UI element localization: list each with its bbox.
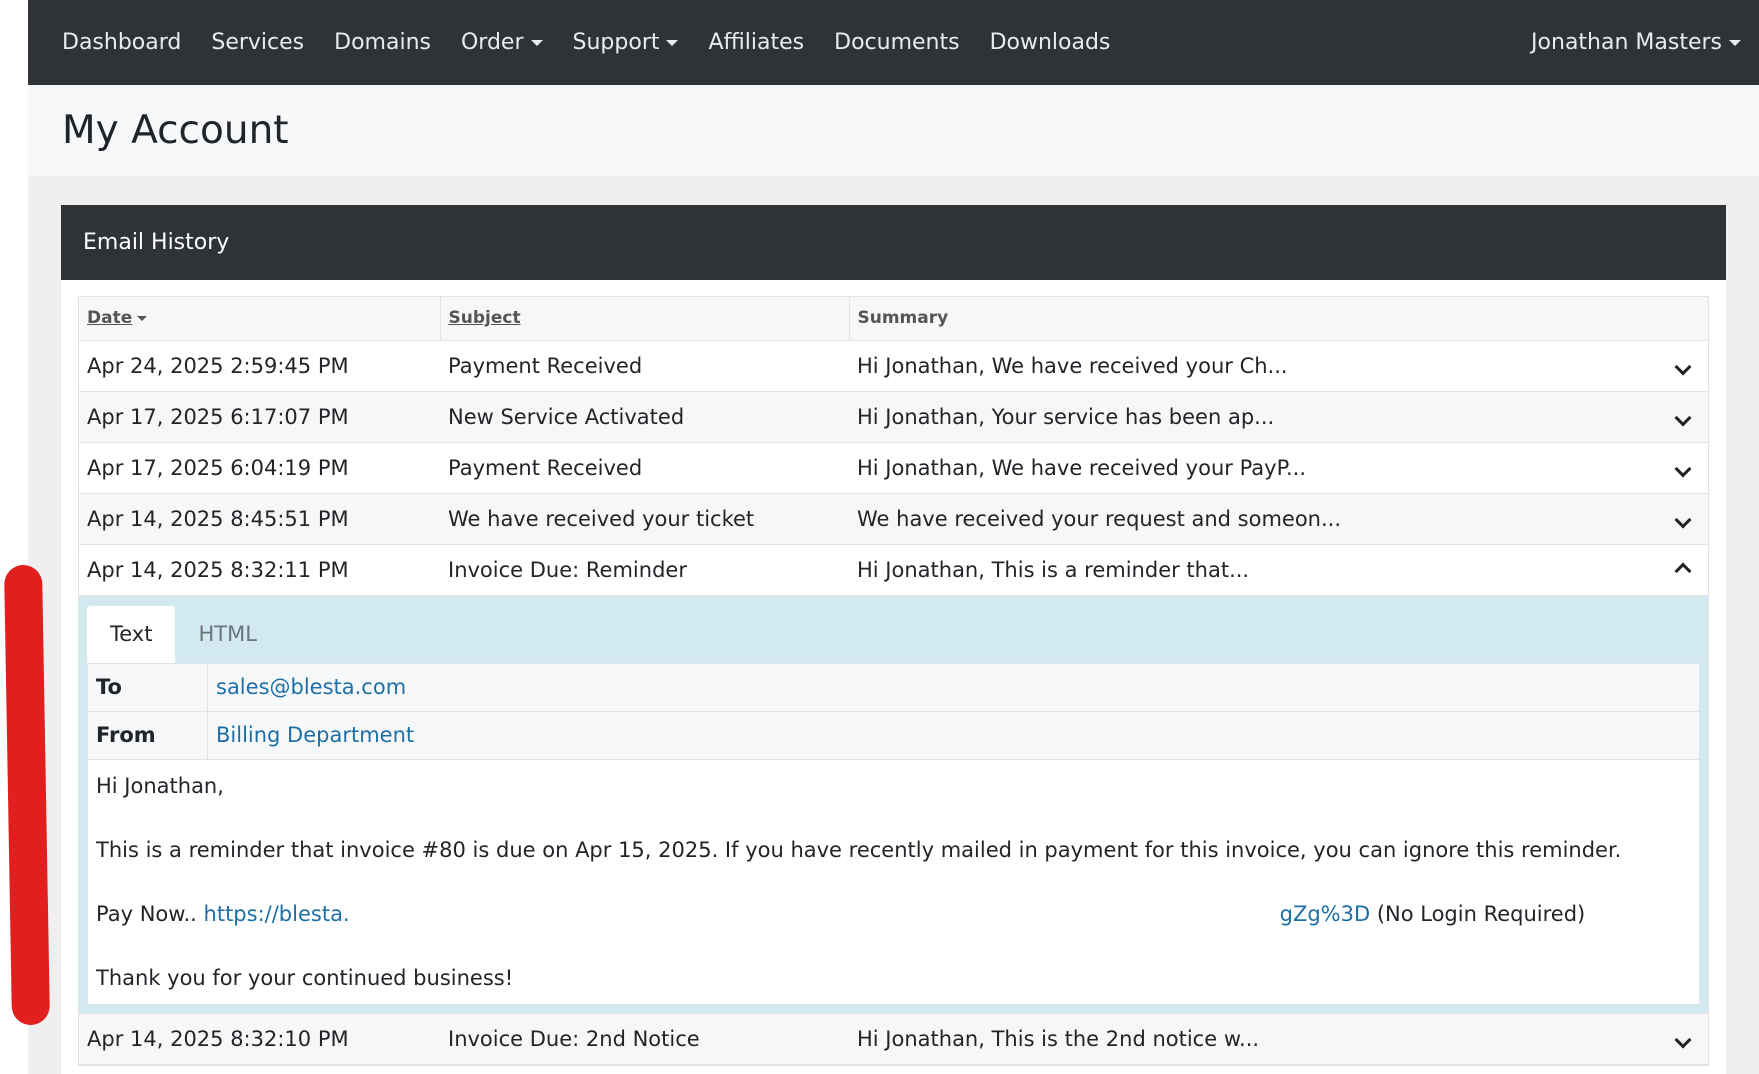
expand-toggle[interactable] bbox=[1658, 493, 1708, 545]
row-date: Apr 14, 2025 8:32:10 PM bbox=[79, 1013, 440, 1065]
nav-downloads[interactable]: Downloads bbox=[990, 30, 1111, 55]
user-name: Jonathan Masters bbox=[1531, 30, 1722, 55]
nav-domains[interactable]: Domains bbox=[334, 30, 431, 55]
collapse-toggle[interactable] bbox=[1658, 544, 1708, 596]
nav-documents-label: Documents bbox=[834, 30, 960, 55]
nav-support-label: Support bbox=[572, 30, 660, 55]
email-body: Hi Jonathan, This is a reminder that inv… bbox=[88, 760, 1699, 1004]
pay-prefix: Pay Now.. bbox=[96, 901, 204, 926]
column-header-subject[interactable]: Subject bbox=[440, 297, 850, 341]
email-detail-row: Text HTML To sales@blesta.com From Billi… bbox=[79, 595, 1708, 1014]
table-row[interactable]: Apr 17, 2025 6:04:19 PM Payment Received… bbox=[79, 442, 1708, 494]
chevron-down-icon bbox=[1674, 1031, 1692, 1048]
row-summary: Hi Jonathan, We have received your PayP.… bbox=[849, 442, 1658, 494]
caret-down-icon bbox=[1729, 39, 1741, 46]
sort-by-date-link[interactable]: Date bbox=[87, 308, 132, 328]
page-header: My Account bbox=[28, 85, 1759, 176]
row-subject: Invoice Due: 2nd Notice bbox=[440, 1013, 849, 1065]
nav-dashboard[interactable]: Dashboard bbox=[62, 30, 181, 55]
page-title: My Account bbox=[62, 108, 289, 153]
user-menu-dropdown[interactable]: Jonathan Masters bbox=[1531, 30, 1741, 55]
email-to-row: To sales@blesta.com bbox=[88, 663, 1699, 712]
nav-support-dropdown[interactable]: Support bbox=[573, 30, 679, 55]
expand-toggle[interactable] bbox=[1658, 1013, 1708, 1065]
email-greeting: Hi Jonathan, bbox=[96, 773, 224, 798]
table-row[interactable]: Apr 14, 2025 8:32:10 PM Invoice Due: 2nd… bbox=[79, 1013, 1708, 1065]
email-history-table-wrapper: Date Subject Summary Apr 24, 2025 2:59:4… bbox=[78, 296, 1709, 1066]
email-detail-panel: Text HTML To sales@blesta.com From Billi… bbox=[79, 595, 1708, 1012]
chevron-up-icon bbox=[1674, 562, 1692, 579]
nav-order-dropdown[interactable]: Order bbox=[461, 30, 543, 55]
tab-html[interactable]: HTML bbox=[175, 606, 279, 663]
row-summary: Hi Jonathan, This is a reminder that... bbox=[849, 544, 1658, 596]
table-row-expanded[interactable]: Apr 14, 2025 8:32:11 PM Invoice Due: Rem… bbox=[79, 544, 1708, 596]
expand-toggle[interactable] bbox=[1658, 340, 1708, 392]
nav-services[interactable]: Services bbox=[211, 30, 304, 55]
nav-affiliates-label: Affiliates bbox=[708, 30, 805, 55]
email-history-card: Email History Date Subject Summary Apr 2… bbox=[61, 205, 1726, 1074]
nav-domains-label: Domains bbox=[334, 30, 431, 55]
row-subject: Payment Received bbox=[440, 442, 849, 494]
nav-downloads-label: Downloads bbox=[989, 30, 1111, 55]
pay-link-start[interactable]: https://blesta. bbox=[204, 902, 350, 926]
nav-order-label: Order bbox=[460, 30, 524, 55]
chevron-down-icon bbox=[1674, 409, 1692, 426]
nav-documents[interactable]: Documents bbox=[834, 30, 959, 55]
row-subject: Invoice Due: Reminder bbox=[440, 544, 849, 596]
tab-text[interactable]: Text bbox=[87, 605, 176, 663]
sort-by-subject-link[interactable]: Subject bbox=[449, 308, 521, 328]
row-summary: Hi Jonathan, Your service has been ap... bbox=[849, 391, 1658, 443]
email-content: To sales@blesta.com From Billing Departm… bbox=[87, 662, 1700, 1005]
row-date: Apr 24, 2025 2:59:45 PM bbox=[79, 340, 440, 392]
table-row[interactable]: Apr 14, 2025 8:45:51 PM We have received… bbox=[79, 493, 1708, 545]
nav-affiliates[interactable]: Affiliates bbox=[708, 30, 804, 55]
row-subject: New Service Activated bbox=[440, 391, 849, 443]
top-navbar: Dashboard Services Domains Order Support… bbox=[28, 0, 1759, 85]
row-subject: We have received your ticket bbox=[440, 493, 849, 545]
row-summary: We have received your request and someon… bbox=[849, 493, 1658, 545]
row-subject: Payment Received bbox=[440, 340, 849, 392]
chevron-down-icon bbox=[1674, 511, 1692, 528]
email-from-row: From Billing Department bbox=[88, 711, 1699, 760]
row-date: Apr 14, 2025 8:32:11 PM bbox=[79, 544, 440, 596]
table-header-row: Date Subject Summary bbox=[79, 297, 1708, 341]
row-date: Apr 14, 2025 8:45:51 PM bbox=[79, 493, 440, 545]
table-row[interactable]: Apr 24, 2025 2:59:45 PM Payment Received… bbox=[79, 340, 1708, 392]
chevron-down-icon bbox=[1674, 460, 1692, 477]
card-header: Email History bbox=[61, 205, 1726, 280]
sort-desc-icon bbox=[137, 315, 148, 321]
email-to-label: To bbox=[88, 663, 208, 711]
email-from-link[interactable]: Billing Department bbox=[208, 723, 414, 747]
card-title: Email History bbox=[83, 230, 230, 255]
pay-suffix: (No Login Required) bbox=[1370, 901, 1586, 926]
email-to-link[interactable]: sales@blesta.com bbox=[208, 675, 406, 699]
page: Dashboard Services Domains Order Support… bbox=[28, 0, 1759, 1074]
expand-toggle[interactable] bbox=[1658, 442, 1708, 494]
nav-services-label: Services bbox=[211, 30, 305, 55]
column-header-summary: Summary bbox=[849, 297, 1708, 341]
table-row[interactable]: Apr 17, 2025 6:17:07 PM New Service Acti… bbox=[79, 391, 1708, 443]
email-message: This is a reminder that invoice #80 is d… bbox=[96, 837, 1622, 862]
email-detail-cell: Text HTML To sales@blesta.com From Billi… bbox=[79, 595, 1708, 1014]
email-format-tabs: Text HTML bbox=[87, 605, 1700, 663]
row-summary: Hi Jonathan, This is the 2nd notice w... bbox=[849, 1013, 1658, 1065]
email-history-table: Date Subject Summary Apr 24, 2025 2:59:4… bbox=[79, 297, 1708, 1065]
row-summary: Hi Jonathan, We have received your Ch... bbox=[849, 340, 1658, 392]
caret-down-icon bbox=[666, 39, 679, 46]
row-date: Apr 17, 2025 6:17:07 PM bbox=[79, 391, 440, 443]
email-closing: Thank you for your continued business! bbox=[96, 965, 514, 990]
caret-down-icon bbox=[530, 39, 543, 46]
pay-link-end[interactable]: gZg%3D bbox=[1280, 902, 1371, 926]
nav-dashboard-label: Dashboard bbox=[62, 30, 182, 55]
expand-toggle[interactable] bbox=[1658, 391, 1708, 443]
email-pay-line: Pay Now.. https://blesta. gZg%3D (No Logi… bbox=[96, 898, 1691, 930]
column-header-date[interactable]: Date bbox=[79, 297, 441, 341]
chevron-down-icon bbox=[1674, 358, 1692, 375]
red-annotation-mark bbox=[3, 564, 51, 1026]
row-date: Apr 17, 2025 6:04:19 PM bbox=[79, 442, 440, 494]
email-from-label: From bbox=[88, 711, 208, 759]
